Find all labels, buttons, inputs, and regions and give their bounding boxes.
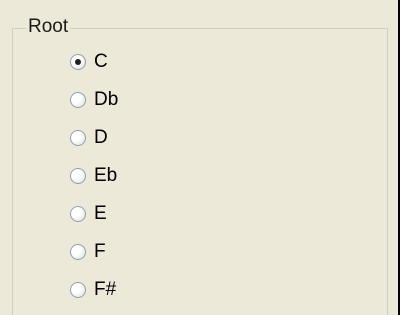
root-option-f-sharp[interactable]: F# bbox=[70, 278, 116, 302]
root-option-c-label: C bbox=[94, 51, 108, 72]
root-option-f-sharp-label: F# bbox=[94, 279, 117, 300]
root-group-title: Root bbox=[26, 16, 71, 38]
root-option-eb-radio[interactable] bbox=[70, 168, 86, 184]
root-dialog-crop: Root C Db D Eb E F F# bbox=[0, 0, 400, 315]
root-option-c-radio[interactable] bbox=[70, 54, 86, 70]
root-option-db-label: Db bbox=[94, 89, 119, 110]
root-option-e[interactable]: E bbox=[70, 202, 107, 226]
root-option-db[interactable]: Db bbox=[70, 88, 118, 112]
root-groupbox bbox=[12, 28, 388, 315]
groupbox-top-line bbox=[56, 28, 388, 29]
root-option-f-label: F bbox=[94, 241, 106, 262]
root-option-d[interactable]: D bbox=[70, 126, 108, 150]
root-option-f-radio[interactable] bbox=[70, 244, 86, 260]
root-option-f-sharp-radio[interactable] bbox=[70, 282, 86, 298]
root-option-d-radio[interactable] bbox=[70, 130, 86, 146]
root-option-db-radio[interactable] bbox=[70, 92, 86, 108]
root-option-d-label: D bbox=[94, 127, 108, 148]
root-option-f[interactable]: F bbox=[70, 240, 106, 264]
root-option-eb-label: Eb bbox=[94, 165, 118, 186]
root-option-e-radio[interactable] bbox=[70, 206, 86, 222]
root-option-eb[interactable]: Eb bbox=[70, 164, 117, 188]
root-option-e-label: E bbox=[94, 203, 107, 224]
root-option-c[interactable]: C bbox=[70, 50, 108, 74]
